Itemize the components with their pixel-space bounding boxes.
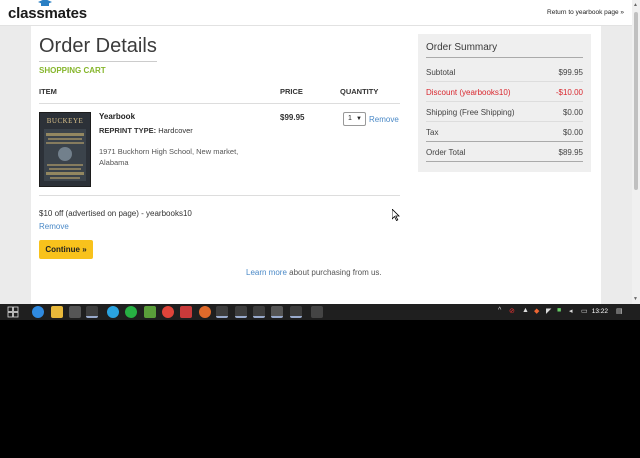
chevron-up-icon[interactable]: ^ [498, 307, 501, 314]
summary-divider [426, 141, 583, 142]
learn-more-text: Learn more about purchasing from us. [246, 268, 382, 277]
order-summary-title: Order Summary [426, 42, 498, 53]
summary-label: Tax [426, 128, 439, 137]
whatsapp-icon[interactable] [125, 306, 137, 318]
chevron-down-icon: ▼ [356, 116, 362, 122]
learn-more-rest: about purchasing from us. [286, 268, 382, 277]
quantity-value: 1 [348, 115, 352, 122]
column-header-item: ITEM [39, 87, 57, 96]
telegram-icon[interactable] [107, 306, 119, 318]
return-to-yearbook-link[interactable]: Return to yearbook page » [547, 9, 624, 16]
cloud-icon[interactable]: ▲ [522, 307, 529, 314]
tray-app-icon[interactable]: ◤ [546, 307, 551, 315]
column-header-price: PRICE [280, 87, 303, 96]
page-scrollbar[interactable]: ▲ ▼ [632, 0, 640, 305]
display-icon[interactable]: ▭ [581, 307, 588, 315]
notification-app-icon[interactable]: ◆ [534, 307, 539, 315]
taskbar-clock[interactable]: 13:22 [592, 308, 608, 315]
summary-label: Discount (yearbooks10) [426, 88, 511, 97]
green-app-icon[interactable] [144, 306, 156, 318]
app-icon[interactable] [311, 306, 323, 318]
logo-text: classmates [8, 5, 87, 22]
summary-label: Subtotal [426, 68, 456, 77]
discount-description: $10 off (advertised on page) - yearbooks… [39, 209, 192, 218]
chrome-icon[interactable] [162, 306, 174, 318]
windows-taskbar: ^ ⊘ ▲ ◆ ◤ ■ ◂ ▭ 13:22 ▤ [0, 304, 640, 320]
site-header: classmates Return to yearbook page » [0, 0, 632, 26]
title-divider [39, 61, 157, 62]
classmates-logo[interactable]: classmates [8, 0, 87, 22]
summary-label: Order Total [426, 148, 466, 157]
pdf-icon[interactable] [216, 306, 228, 318]
app-icon[interactable] [235, 306, 247, 318]
screen: classmates Return to yearbook page » Ord… [0, 0, 640, 458]
page-title: Order Details [39, 35, 157, 57]
summary-divider [426, 121, 583, 122]
item-name: Yearbook [99, 112, 136, 121]
remove-discount-link[interactable]: Remove [39, 222, 69, 231]
continue-button[interactable]: Continue » [39, 240, 93, 259]
browser-viewport: classmates Return to yearbook page » Ord… [0, 0, 640, 305]
summary-divider [426, 161, 583, 162]
calculator-icon[interactable] [69, 306, 81, 318]
notifications-icon[interactable]: ▤ [616, 307, 623, 315]
scroll-down-icon[interactable]: ▼ [633, 296, 638, 302]
summary-divider [426, 101, 583, 102]
summary-value: -$10.00 [555, 88, 583, 97]
yearbook-cover-image: BUCKEYE [39, 112, 91, 187]
summary-label: Shipping (Free Shipping) [426, 108, 515, 117]
item-school: 1971 Buckhorn High School, New market, A… [99, 147, 239, 167]
scrollbar-thumb[interactable] [634, 12, 638, 190]
item-price: $99.95 [280, 113, 305, 122]
app-red-icon[interactable] [180, 306, 192, 318]
shopping-cart-label: SHOPPING CART [39, 66, 106, 75]
summary-divider [426, 81, 583, 82]
brave-icon[interactable] [86, 306, 98, 318]
summary-title-divider [426, 57, 583, 58]
app-icon[interactable] [271, 306, 283, 318]
blocked-icon[interactable]: ⊘ [509, 307, 515, 315]
summary-value: $89.95 [558, 148, 583, 157]
quantity-select[interactable]: 1 ▼ [343, 112, 366, 126]
item-reprint-type: REPRINT TYPE: Hardcover [99, 126, 193, 135]
cover-title: BUCKEYE [46, 117, 84, 125]
summary-value: $99.95 [558, 68, 583, 77]
learn-more-link[interactable]: Learn more [246, 268, 287, 277]
header-divider [39, 103, 400, 104]
column-header-quantity: QUANTITY [340, 87, 379, 96]
volume-icon[interactable]: ◂ [569, 307, 573, 315]
app-icon[interactable] [290, 306, 302, 318]
app-icon[interactable] [253, 306, 265, 318]
remove-item-link[interactable]: Remove [369, 115, 399, 124]
network-app-icon[interactable]: ■ [557, 307, 561, 314]
edge-icon[interactable] [32, 306, 44, 318]
item-divider [39, 195, 400, 196]
scroll-up-icon[interactable]: ▲ [633, 2, 638, 8]
cover-artwork [44, 129, 86, 181]
reprint-type-value: Hardcover [158, 126, 193, 135]
summary-value: $0.00 [562, 128, 583, 137]
graduation-cap-icon [38, 0, 52, 6]
summary-value: $0.00 [562, 108, 583, 117]
file-explorer-icon[interactable] [51, 306, 63, 318]
windows-start-icon[interactable] [7, 306, 19, 318]
order-summary-panel: Order Summary Subtotal $99.95 Discount (… [418, 34, 591, 172]
mouse-cursor-icon [392, 209, 400, 221]
reprint-type-label: REPRINT TYPE: [99, 126, 157, 135]
firefox-icon[interactable] [199, 306, 211, 318]
